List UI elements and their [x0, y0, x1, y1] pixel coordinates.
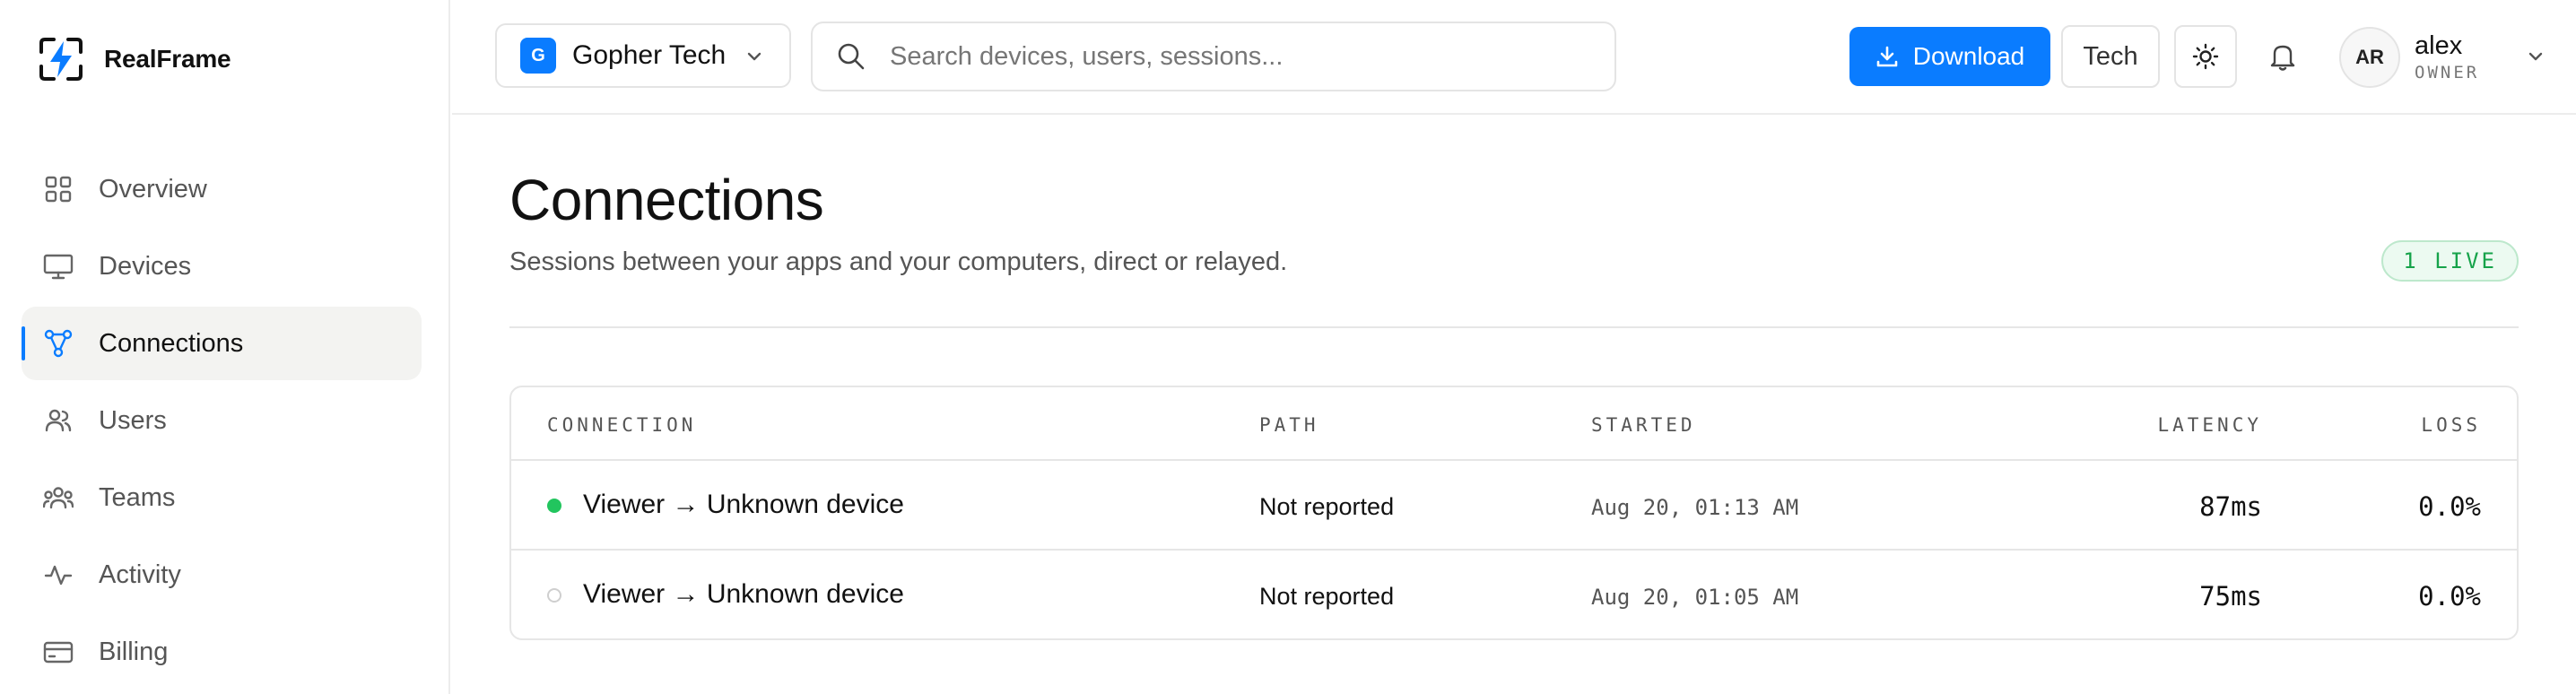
monitor-icon: [43, 251, 74, 282]
theme-toggle-button[interactable]: [2174, 25, 2237, 88]
chevron-down-icon: [747, 52, 761, 61]
sidebar-item-teams[interactable]: Teams: [22, 461, 422, 534]
sidebar-item-billing[interactable]: Billing: [22, 615, 422, 689]
avatar: AR: [2339, 27, 2400, 88]
column-header-connection: CONNECTION: [547, 414, 697, 436]
connection-latency: 75ms: [2199, 581, 2262, 612]
connection-latency: 87ms: [2199, 491, 2262, 522]
sidebar-item-label: Billing: [99, 637, 169, 666]
org-switcher[interactable]: G Gopher Tech: [495, 23, 791, 88]
topbar: G Gopher Tech Download Tech AR alex OWNE…: [452, 0, 2576, 115]
brand-name: RealFrame: [104, 45, 231, 73]
activity-icon: [43, 560, 74, 590]
notifications-button[interactable]: [2251, 25, 2314, 88]
connection-path: Not reported: [1259, 493, 1395, 520]
download-label: Download: [1912, 42, 2025, 70]
sidebar-item-label: Overview: [99, 174, 207, 204]
download-button[interactable]: Download: [1849, 27, 2050, 86]
live-status-dot: [547, 499, 561, 513]
brand[interactable]: RealFrame: [36, 34, 231, 84]
connection-started: Aug 20, 01:13 AM: [1591, 495, 1799, 520]
sun-icon: [2192, 43, 2219, 70]
org-badge: G: [520, 38, 556, 74]
live-count-badge: 1 LIVE: [2381, 240, 2519, 282]
connection-name: Viewer → Unknown device: [583, 490, 904, 519]
sidebar-item-connections[interactable]: Connections: [22, 307, 422, 380]
sidebar-item-label: Devices: [99, 251, 192, 281]
connection-loss: 0.0%: [2418, 581, 2481, 612]
sidebar-item-label: Teams: [99, 482, 176, 512]
sidebar-item-overview[interactable]: Overview: [22, 152, 422, 226]
sidebar-item-label: Users: [99, 405, 167, 435]
bell-icon: [2270, 45, 2295, 71]
sidebar-item-label: Activity: [99, 560, 181, 589]
user-role: OWNER: [2415, 63, 2480, 82]
download-icon: [1876, 46, 1898, 67]
table-header: CONNECTION PATH STARTED LATENCY LOSS: [511, 387, 2517, 461]
connections-table: CONNECTION PATH STARTED LATENCY LOSS Vie…: [509, 386, 2519, 640]
column-header-latency: LATENCY: [2157, 414, 2262, 436]
lightning-logo-icon: [39, 38, 83, 81]
page-title: Connections: [509, 168, 824, 232]
credit-card-icon: [43, 637, 74, 667]
user-name: alex: [2415, 31, 2463, 60]
inactive-status-dot: [547, 588, 561, 603]
tech-button[interactable]: Tech: [2061, 25, 2160, 88]
connection-path: Not reported: [1259, 583, 1395, 610]
sidebar-item-users[interactable]: Users: [22, 384, 422, 457]
user-info: alex OWNER: [2415, 30, 2479, 84]
search-input[interactable]: [890, 41, 1589, 72]
sidebar: RealFrame Overview Devices Connections U…: [0, 0, 450, 694]
user-menu[interactable]: AR alex OWNER: [2339, 22, 2554, 93]
divider: [509, 326, 2519, 328]
grid-icon: [43, 174, 74, 204]
team-icon: [43, 482, 74, 513]
sidebar-item-activity[interactable]: Activity: [22, 538, 422, 612]
page-subtitle: Sessions between your apps and your comp…: [509, 247, 1288, 276]
connection-started: Aug 20, 01:05 AM: [1591, 585, 1799, 610]
search-box: [811, 22, 1616, 91]
column-header-loss: LOSS: [2421, 414, 2481, 436]
connection-loss: 0.0%: [2418, 491, 2481, 522]
column-header-started: STARTED: [1591, 414, 1696, 436]
sidebar-item-devices[interactable]: Devices: [22, 230, 422, 303]
tech-label: Tech: [2083, 41, 2138, 71]
users-icon: [43, 405, 74, 436]
network-icon: [43, 328, 74, 359]
sidebar-item-label: Connections: [99, 328, 244, 358]
column-header-path: PATH: [1259, 414, 1319, 436]
chevron-down-icon: [2528, 52, 2543, 61]
org-name: Gopher Tech: [572, 40, 727, 70]
connection-name: Viewer → Unknown device: [583, 579, 904, 609]
table-row[interactable]: Viewer → Unknown device Not reported Aug…: [511, 461, 2517, 551]
sidebar-nav: Overview Devices Connections Users Teams: [22, 152, 422, 692]
table-row[interactable]: Viewer → Unknown device Not reported Aug…: [511, 551, 2517, 638]
search-icon: [838, 43, 865, 70]
